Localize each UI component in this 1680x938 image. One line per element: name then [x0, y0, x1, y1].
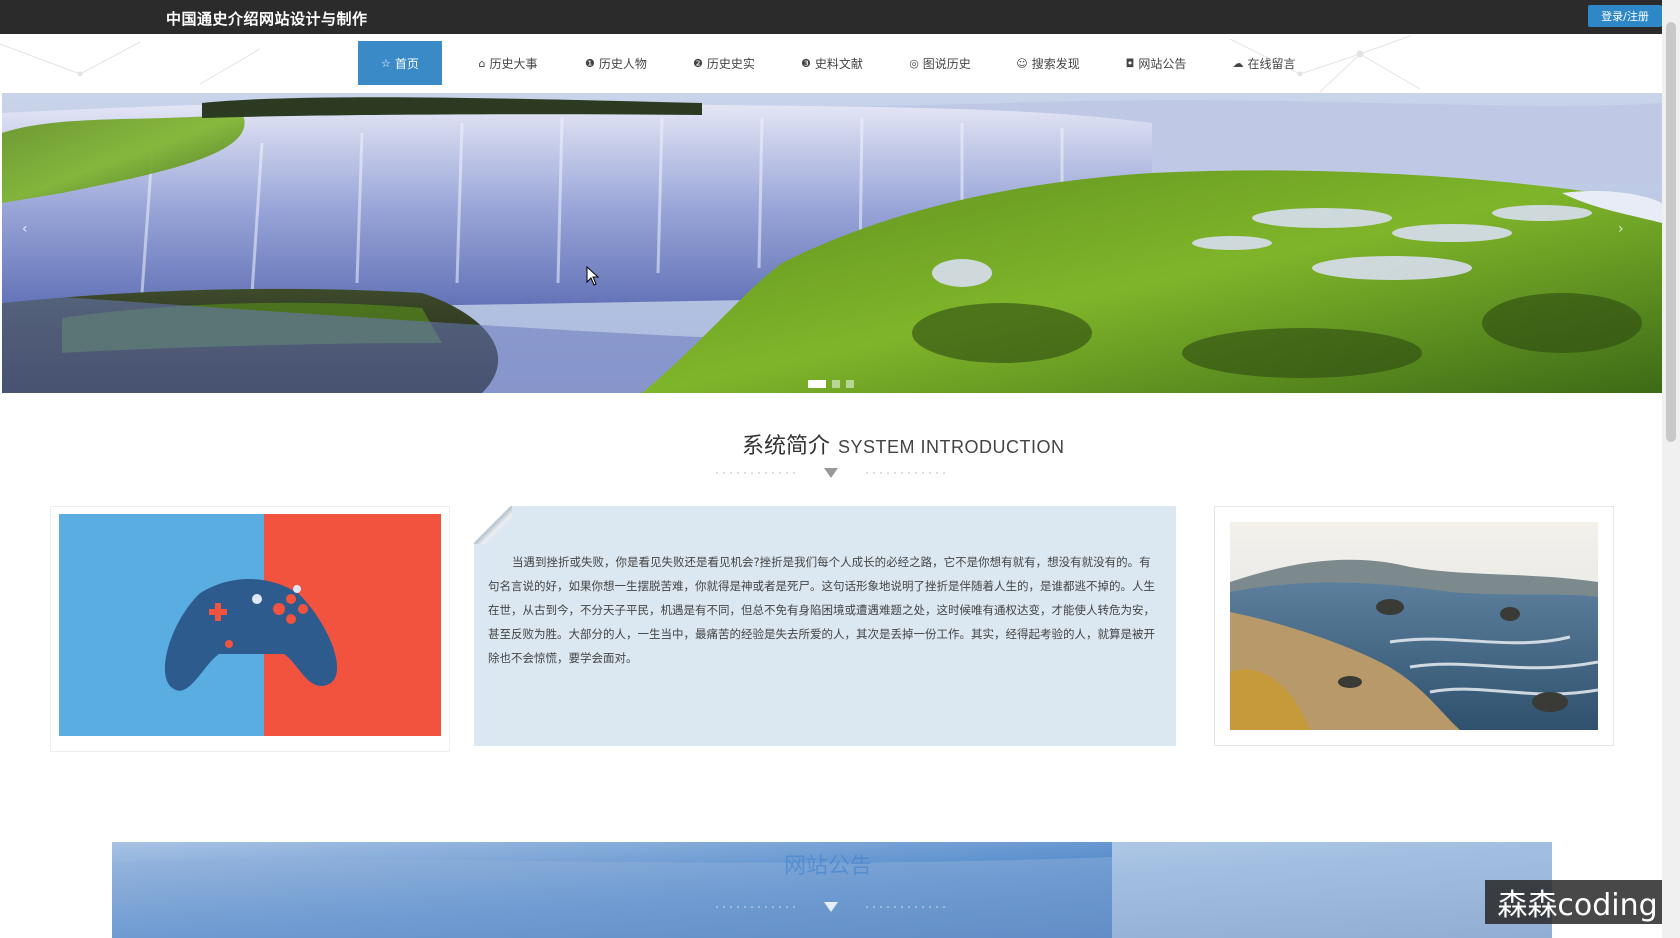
login-register-button[interactable]: 登录/注册: [1588, 5, 1662, 27]
top-bar: 中国通史介绍网站设计与制作 登录/注册: [0, 0, 1680, 34]
scrollbar-thumb[interactable]: [1666, 22, 1676, 442]
intro-image-card: [50, 506, 450, 752]
coast-image-card: [1214, 506, 1614, 746]
nav-item-documents[interactable]: ❸ 史料文献: [778, 41, 886, 85]
info-icon: ❸: [801, 56, 811, 70]
section-heading: 系统简介 SYSTEM INTRODUCTION: [742, 428, 1065, 460]
cloud-icon: ☁: [1232, 56, 1244, 70]
nav-item-illustrated-history[interactable]: ◎ 图说历史: [886, 41, 994, 85]
carousel-dot[interactable]: [846, 380, 854, 388]
watermark: 森森coding: [1485, 880, 1670, 924]
info-icon: ❶: [585, 56, 595, 70]
nav-item-historical-facts[interactable]: ❷ 历史史实: [670, 41, 778, 85]
nav-item-messages[interactable]: ☁ 在线留言: [1210, 41, 1318, 85]
gamepad-illustration: [59, 514, 441, 736]
nav-item-announcements[interactable]: ◘ 网站公告: [1102, 41, 1210, 85]
section-title-cn: 系统简介: [742, 434, 831, 459]
mouse-cursor-icon: [586, 266, 600, 286]
help-icon: ❷: [693, 56, 703, 70]
carousel-dot[interactable]: [832, 380, 840, 388]
intro-paragraph: 当遇到挫折或失败，你是看见失败还是看见机会?挫折是我们每个人成长的必经之路，它不…: [488, 555, 1155, 665]
carousel-indicators: [808, 380, 854, 388]
nav-label: 搜索发现: [1031, 56, 1080, 71]
camera-icon: ◘: [1125, 56, 1135, 70]
globe-icon: ◎: [909, 56, 919, 70]
nav-item-home[interactable]: ☆ 首页: [358, 41, 442, 85]
site-title: 中国通史介绍网站设计与制作: [166, 10, 368, 28]
nav-label: 图说历史: [922, 56, 971, 71]
page-scrollbar[interactable]: [1662, 0, 1680, 938]
nav-label: 历史大事: [489, 56, 538, 71]
section-title-en: SYSTEM INTRODUCTION: [838, 437, 1065, 457]
carousel-next-arrow[interactable]: ›: [1618, 221, 1624, 237]
nav-label: 历史人物: [598, 56, 647, 71]
nav-label: 网站公告: [1138, 56, 1187, 71]
carousel-prev-arrow[interactable]: ‹: [22, 221, 28, 237]
main-nav: ☆ 首页 ⌂ 历史大事 ❶ 历史人物 ❷ 历史史实 ❸ 史料文献 ◎ 图说历史 …: [358, 41, 1318, 85]
waterfall-landscape-image: [2, 93, 1662, 393]
nav-label: 史料文献: [814, 56, 863, 71]
nav-item-historical-figures[interactable]: ❶ 历史人物: [562, 41, 670, 85]
nav-item-search[interactable]: ☺ 搜索发现: [994, 41, 1102, 85]
nav-label: 在线留言: [1247, 56, 1296, 71]
section-divider-icon: [716, 468, 946, 478]
star-icon: ☆: [381, 56, 391, 70]
intro-text-card: 当遇到挫折或失败，你是看见失败还是看见机会?挫折是我们每个人成长的必经之路，它不…: [474, 506, 1176, 746]
lock-icon: ⌂: [478, 56, 486, 70]
carousel-dot[interactable]: [808, 380, 826, 388]
announcement-title: 网站公告: [784, 854, 873, 879]
nav-label: 历史史实: [706, 56, 755, 71]
smile-icon: ☺: [1016, 56, 1028, 70]
nav-label: 首页: [394, 56, 419, 71]
nav-item-major-events[interactable]: ⌂ 历史大事: [454, 41, 562, 85]
section-divider-icon: [716, 902, 946, 912]
page-fold-shadow: [474, 506, 512, 544]
coastline-photo: [1230, 522, 1598, 730]
hero-carousel[interactable]: ‹ ›: [2, 93, 1662, 393]
